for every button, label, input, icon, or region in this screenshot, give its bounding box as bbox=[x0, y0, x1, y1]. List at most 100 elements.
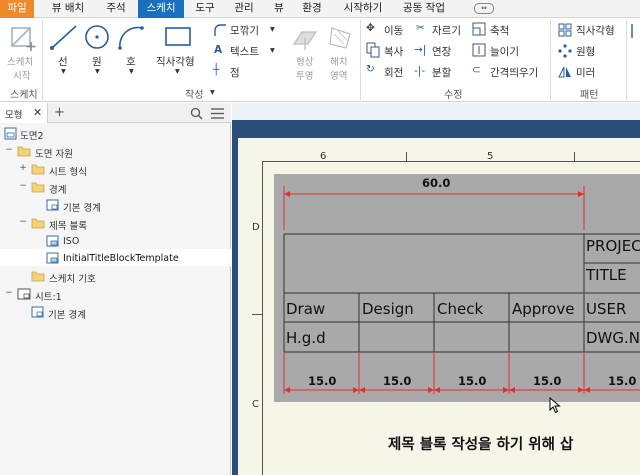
add-tab-icon[interactable]: + bbox=[54, 105, 65, 120]
browser-tab-model[interactable]: 모형 ✕ bbox=[0, 103, 48, 123]
scale-tool-label[interactable]: 축척 bbox=[490, 23, 509, 38]
tree-item-sketch-symbols[interactable]: 스케치 기호 bbox=[49, 271, 96, 285]
start-sketch-icon[interactable] bbox=[10, 24, 38, 52]
cell-title[interactable]: TITLE bbox=[586, 266, 627, 284]
dimension-bottom-5[interactable]: 15.0 bbox=[608, 374, 636, 388]
line-icon[interactable] bbox=[48, 22, 80, 52]
menu-tab-file[interactable]: 파일 bbox=[0, 0, 34, 18]
tree-item-default-border[interactable]: 기본 경계 bbox=[63, 200, 101, 214]
folder-icon bbox=[31, 218, 45, 229]
constraint-icon[interactable] bbox=[630, 24, 640, 38]
circle-icon[interactable] bbox=[82, 22, 112, 52]
tree-item-sheet-formats[interactable]: 시트 형식 bbox=[49, 164, 87, 178]
cell-project[interactable]: PROJEC bbox=[586, 237, 640, 255]
collapse-toggle-icon[interactable]: − bbox=[19, 217, 27, 227]
menu-tab-sketch[interactable]: 스케치 bbox=[138, 0, 184, 18]
dimension-top[interactable]: 60.0 bbox=[422, 176, 450, 190]
trim-icon[interactable]: ✂ bbox=[416, 22, 425, 34]
menu-tab-manage[interactable]: 관리 bbox=[228, 0, 260, 18]
split-icon[interactable]: -|- bbox=[414, 65, 425, 77]
tree-item-drawing-resources[interactable]: 도면 자원 bbox=[35, 146, 73, 160]
cell-hgd[interactable]: H.g.d bbox=[286, 329, 326, 347]
dimension-bottom-1[interactable]: 15.0 bbox=[308, 374, 336, 388]
tree-item-root[interactable]: 도면2 bbox=[20, 128, 44, 142]
circle-dropdown-icon[interactable]: ▾ bbox=[95, 66, 100, 77]
drawing-sheet[interactable]: 6 5 D C 60.0 PROJEC TITLE Draw Design Ch… bbox=[238, 138, 640, 475]
rectangle-icon[interactable] bbox=[162, 24, 194, 50]
stretch-icon[interactable] bbox=[472, 43, 486, 57]
sheet-icon bbox=[17, 288, 31, 300]
rectangular-pattern-label[interactable]: 직사각형 bbox=[576, 23, 615, 38]
extend-icon[interactable]: →| bbox=[414, 44, 426, 56]
cell-draw[interactable]: Draw bbox=[286, 300, 325, 318]
cell-design[interactable]: Design bbox=[362, 300, 414, 318]
group-label-create: 작성 bbox=[185, 90, 204, 101]
project-geometry-icon[interactable] bbox=[290, 24, 320, 52]
dimension-bottom-4[interactable]: 15.0 bbox=[533, 374, 561, 388]
hatch-region-icon[interactable] bbox=[326, 24, 354, 52]
offset-icon[interactable]: ⊂ bbox=[472, 64, 481, 76]
ribbon: 스케치 시작 스케치 선 ▾ 원 ▾ 호 ▾ 직사각형 ▾ 모깎기 ▾ A 텍스… bbox=[0, 18, 640, 102]
fillet-tool-label[interactable]: 모깎기 bbox=[230, 23, 259, 38]
menu-tab-view[interactable]: 뷰 bbox=[268, 0, 290, 18]
menu-tab-tools[interactable]: 도구 bbox=[190, 0, 220, 18]
split-tool-label[interactable]: 분할 bbox=[432, 65, 451, 80]
stretch-tool-label[interactable]: 늘이기 bbox=[490, 44, 519, 59]
circular-pattern-label[interactable]: 원형 bbox=[576, 44, 595, 59]
ribbon-options-button[interactable]: ⇔ bbox=[474, 3, 494, 14]
point-tool-label[interactable]: 점 bbox=[230, 65, 240, 80]
copy-icon[interactable] bbox=[366, 42, 380, 58]
move-tool-label[interactable]: 이동 bbox=[384, 23, 403, 38]
text-dropdown-icon[interactable]: ▾ bbox=[270, 45, 275, 56]
mirror-tool-label[interactable]: 미러 bbox=[576, 65, 595, 80]
menu-tab-environments[interactable]: 환경 bbox=[296, 0, 328, 18]
copy-tool-label[interactable]: 복사 bbox=[384, 44, 403, 59]
extend-tool-label[interactable]: 연장 bbox=[432, 44, 451, 59]
drawing-canvas[interactable]: 6 5 D C 60.0 PROJEC TITLE Draw Design Ch… bbox=[232, 103, 640, 475]
title-block-icon bbox=[46, 252, 59, 264]
rotate-icon[interactable]: ↻ bbox=[366, 63, 375, 75]
expand-toggle-icon[interactable]: + bbox=[19, 163, 27, 173]
tree-item-title-blocks[interactable]: 제목 블록 bbox=[49, 218, 87, 232]
move-icon[interactable]: ✥ bbox=[366, 22, 375, 34]
line-dropdown-icon[interactable]: ▾ bbox=[61, 66, 66, 77]
dimension-bottom-3[interactable]: 15.0 bbox=[458, 374, 486, 388]
menu-tab-view-layout[interactable]: 뷰 배치 bbox=[48, 0, 88, 18]
menu-tab-get-started[interactable]: 시작하기 bbox=[336, 0, 390, 18]
fillet-dropdown-icon[interactable]: ▾ bbox=[270, 24, 275, 35]
mirror-icon[interactable] bbox=[558, 65, 572, 79]
create-group-expand-icon[interactable]: ▾ bbox=[210, 87, 215, 98]
close-icon[interactable]: ✕ bbox=[33, 106, 42, 119]
text-tool-icon[interactable]: A bbox=[214, 44, 222, 56]
collapse-toggle-icon[interactable]: − bbox=[5, 145, 13, 155]
rectangular-pattern-icon[interactable] bbox=[558, 23, 572, 37]
circular-pattern-icon[interactable] bbox=[558, 44, 572, 58]
fillet-icon[interactable] bbox=[213, 23, 227, 37]
trim-tool-label[interactable]: 자르기 bbox=[432, 23, 461, 38]
tree-item-title-block-template[interactable]: InitialTitleBlockTemplate bbox=[63, 253, 179, 264]
cell-approve[interactable]: Approve bbox=[512, 300, 574, 318]
menu-icon[interactable] bbox=[211, 108, 224, 119]
arc-icon[interactable] bbox=[116, 22, 146, 52]
menu-tab-collaborate[interactable]: 공동 작업 bbox=[396, 0, 452, 18]
text-tool-label[interactable]: 텍스트 bbox=[230, 44, 259, 59]
offset-tool-label[interactable]: 간격띄우기 bbox=[490, 65, 538, 80]
cell-check[interactable]: Check bbox=[437, 300, 483, 318]
menu-tab-annotate[interactable]: 주석 bbox=[100, 0, 132, 18]
point-tool-icon[interactable]: ┼ bbox=[213, 64, 219, 76]
scale-icon[interactable] bbox=[472, 22, 486, 36]
arc-dropdown-icon[interactable]: ▾ bbox=[129, 66, 134, 77]
cell-dwg[interactable]: DWG.N bbox=[586, 329, 640, 347]
rotate-tool-label[interactable]: 회전 bbox=[384, 65, 403, 80]
dimension-bottom-2[interactable]: 15.0 bbox=[383, 374, 411, 388]
collapse-toggle-icon[interactable]: − bbox=[5, 288, 13, 298]
collapse-toggle-icon[interactable]: − bbox=[19, 181, 27, 191]
cell-user[interactable]: USER bbox=[586, 300, 626, 318]
tree-item-iso[interactable]: ISO bbox=[63, 236, 79, 247]
tree-item-sheet-default-border[interactable]: 기본 경계 bbox=[48, 307, 86, 321]
rectangle-dropdown-icon[interactable]: ▾ bbox=[175, 66, 180, 77]
group-separator bbox=[626, 20, 627, 100]
tree-item-borders[interactable]: 경계 bbox=[49, 182, 66, 196]
search-icon[interactable] bbox=[190, 107, 203, 120]
tree-item-sheet1[interactable]: 시트:1 bbox=[35, 289, 62, 303]
